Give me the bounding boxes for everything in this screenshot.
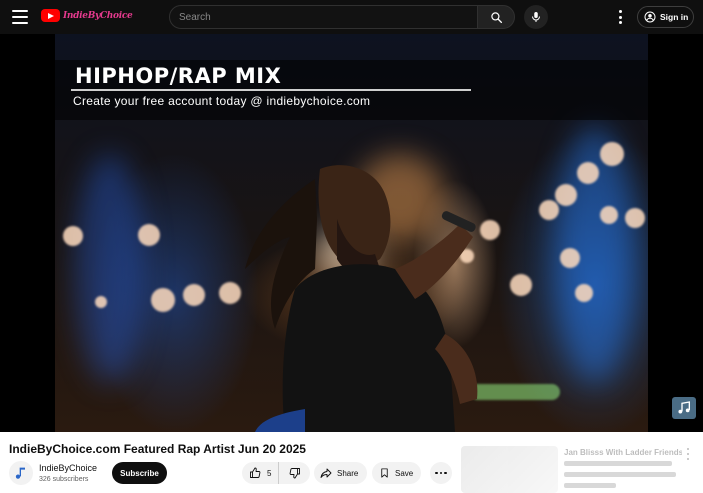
voice-search-button[interactable]	[524, 5, 548, 29]
recommended-thumbnail	[461, 446, 558, 493]
share-icon	[320, 468, 332, 478]
save-label: Save	[395, 468, 414, 478]
bookmark-icon	[381, 468, 388, 478]
youtube-logo-icon	[41, 9, 60, 22]
more-actions-button[interactable]	[430, 462, 452, 484]
dislike-button[interactable]	[279, 462, 310, 484]
video-thumbnail: HIPHOP/RAP MIX Create your free account …	[55, 34, 648, 432]
home-logo[interactable]: IndieByChoice	[41, 9, 133, 22]
channel-name[interactable]: IndieByChoice	[39, 463, 97, 473]
menu-icon[interactable]	[12, 10, 28, 24]
like-dislike-group: 5	[242, 462, 310, 484]
subscriber-count: 326 subscribers	[39, 476, 89, 483]
like-button[interactable]: 5	[242, 462, 279, 484]
recommended-video[interactable]: Jan Blisss With Ladder Friends	[460, 446, 703, 493]
channel-avatar[interactable]	[9, 461, 33, 485]
save-button[interactable]: Save	[372, 462, 421, 484]
subscribe-button[interactable]: Subscribe	[112, 462, 167, 484]
recommended-more-icon[interactable]	[686, 448, 690, 460]
music-note-icon	[678, 401, 690, 414]
thumb-down-icon	[289, 468, 300, 479]
video-player[interactable]: HIPHOP/RAP MIX Create your free account …	[0, 34, 703, 432]
performer-silhouette	[245, 165, 478, 432]
recommended-title: Jan Blisss With Ladder Friends	[564, 448, 682, 457]
banner-divider	[71, 89, 471, 91]
logo-text: IndieByChoice	[63, 10, 133, 21]
sign-in-button[interactable]: Sign in	[637, 6, 694, 28]
account-icon	[644, 11, 656, 23]
masthead: IndieByChoice Search Sign in	[0, 0, 703, 34]
music-button[interactable]	[672, 397, 696, 419]
video-title: IndieByChoice.com Featured Rap Artist Ju…	[9, 442, 306, 456]
video-info: IndieByChoice.com Featured Rap Artist Ju…	[0, 432, 703, 493]
thumb-up-icon	[250, 467, 261, 478]
share-button[interactable]: Share	[314, 462, 367, 484]
search-button[interactable]	[477, 5, 515, 29]
like-count: 5	[267, 468, 272, 478]
search-input[interactable]: Search	[169, 5, 478, 29]
banner-subtitle: Create your free account today @ indieby…	[73, 94, 371, 108]
music-note-icon	[15, 467, 25, 479]
share-label: Share	[337, 468, 359, 478]
search-icon	[490, 11, 502, 23]
more-vert-icon[interactable]	[617, 10, 623, 24]
sign-in-label: Sign in	[660, 12, 689, 22]
more-horiz-icon	[435, 471, 438, 475]
banner-title: HIPHOP/RAP MIX	[75, 64, 282, 88]
microphone-icon	[532, 12, 540, 22]
